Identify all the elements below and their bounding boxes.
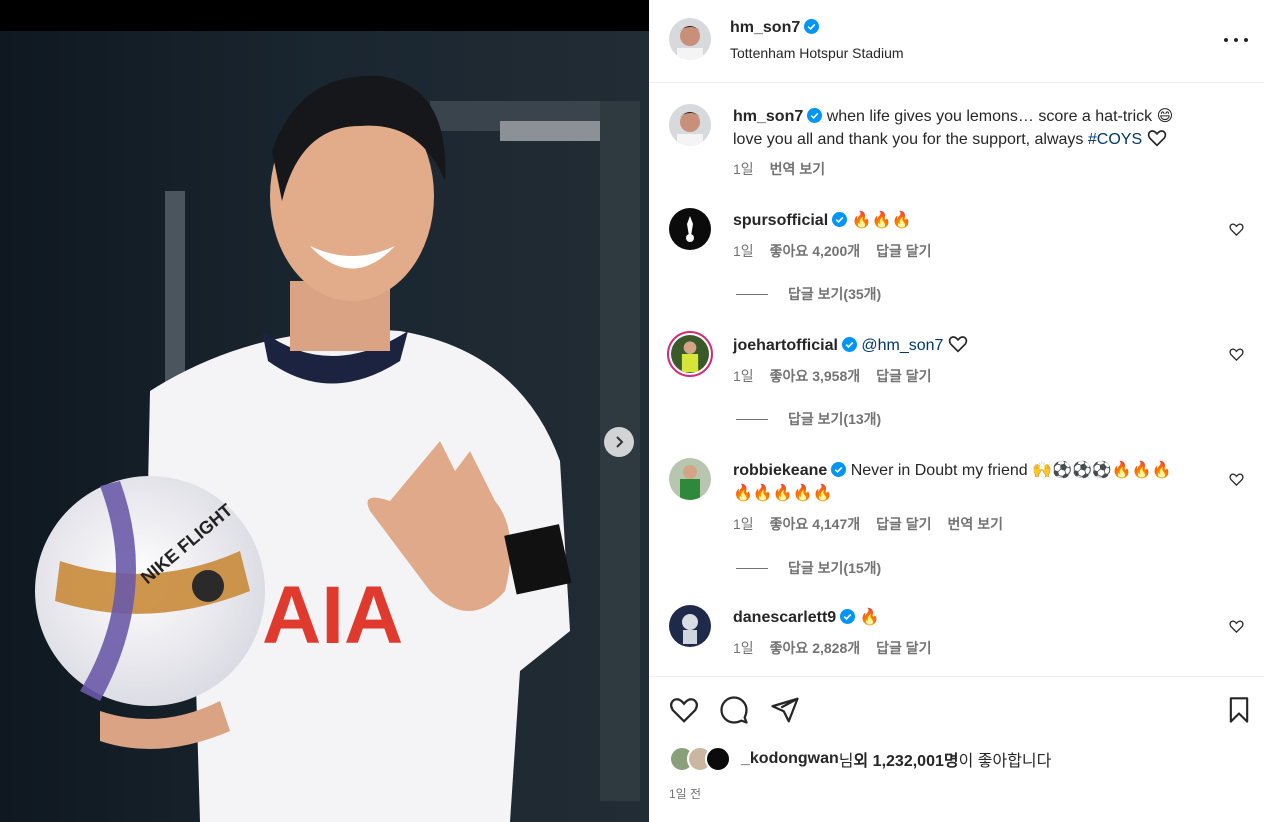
reply-button[interactable]: 답글 달기 (876, 241, 931, 261)
replies-divider (736, 418, 768, 420)
more-icon (1224, 38, 1228, 42)
view-replies-button[interactable]: 답글 보기(35개) (736, 284, 881, 304)
reply-button[interactable]: 답글 달기 (876, 638, 931, 658)
replies-divider (736, 293, 768, 295)
commenter-avatar[interactable] (669, 458, 711, 500)
post-location[interactable]: Tottenham Hotspur Stadium (730, 45, 904, 61)
verified-icon (832, 212, 848, 227)
comment-text: 🔥🔥🔥 (851, 212, 912, 229)
comment-mention[interactable]: @hm_son7 (861, 337, 943, 354)
verified-icon (841, 337, 857, 352)
post-side-panel: hm_son7 Tottenham Hotspur Stadium hm_son… (649, 0, 1264, 822)
heart-emoji-icon (948, 336, 968, 353)
view-replies-label: 답글 보기(35개) (788, 286, 882, 302)
comment-likes[interactable]: 좋아요 3,958개 (770, 366, 860, 386)
comment-time: 1일 (733, 243, 754, 259)
comment-icon[interactable] (719, 695, 749, 725)
caption-time: 1일 (733, 161, 754, 177)
view-replies-button[interactable]: 답글 보기(13개) (736, 409, 881, 429)
verified-icon (804, 19, 820, 34)
caption-username[interactable]: hm_son7 (733, 108, 803, 125)
view-replies-label: 답글 보기(13개) (788, 411, 882, 427)
likes-suffix-a: 님 (838, 753, 854, 770)
like-comment-icon[interactable] (1229, 472, 1244, 487)
comment-item: spursofficial 🔥🔥🔥 1일 좋아요 4,200개 답글 달기 답글… (649, 208, 1264, 308)
like-comment-icon[interactable] (1229, 347, 1244, 362)
verified-icon (840, 609, 856, 624)
commenter-avatar[interactable] (669, 208, 711, 250)
comment-text-cont: 🔥🔥🔥🔥🔥 (733, 485, 833, 502)
commenter-username[interactable]: joehartofficial (733, 337, 838, 354)
bookmark-icon[interactable] (1225, 695, 1253, 725)
like-comment-icon[interactable] (1229, 222, 1244, 237)
likes-summary: _kodongwan 님 외 1,232,001명 이 좋아합니다 (669, 744, 1249, 774)
verified-icon (807, 108, 823, 123)
likes-count[interactable]: 외 1,232,001명 (854, 747, 959, 771)
chevron-right-icon (616, 436, 624, 448)
commenter-username[interactable]: danescarlett9 (733, 609, 836, 626)
action-bar (649, 676, 1264, 746)
commenter-avatar[interactable] (667, 331, 713, 377)
comment-item: danescarlett9 🔥 1일 좋아요 2,828개 답글 달기 (649, 605, 1264, 675)
author-avatar[interactable] (669, 18, 711, 60)
reply-button[interactable]: 답글 달기 (876, 514, 931, 534)
caption: hm_son7 when life gives you lemons… scor… (649, 104, 1264, 184)
heart-emoji-icon (1147, 130, 1166, 147)
comment-text: 🔥 (859, 609, 880, 626)
likes-suffix-b: 이 좋아합니다 (958, 753, 1052, 770)
liker-username[interactable]: _kodongwan (741, 750, 839, 768)
translate-button[interactable]: 번역 보기 (770, 159, 825, 179)
post-media: AIA NIKE FLIGHT (0, 0, 649, 822)
post-photo: AIA NIKE FLIGHT (0, 31, 649, 822)
commenter-username[interactable]: spursofficial (733, 212, 828, 229)
author-username[interactable]: hm_son7 (730, 19, 800, 36)
share-icon[interactable] (770, 695, 800, 725)
caption-text-line2: love you all and thank you for the suppo… (733, 131, 1084, 148)
reply-button[interactable]: 답글 달기 (876, 366, 931, 386)
likers-avatars[interactable] (669, 746, 735, 772)
like-comment-icon[interactable] (1229, 619, 1244, 634)
view-replies-label: 답글 보기(15개) (788, 560, 882, 576)
caption-text-line1: when life gives you lemons… score a hat-… (826, 108, 1174, 125)
svg-text:AIA: AIA (262, 570, 403, 661)
comment-time: 1일 (733, 368, 754, 384)
comment-likes[interactable]: 좋아요 2,828개 (770, 638, 860, 658)
commenter-username[interactable]: robbiekeane (733, 462, 827, 479)
post-time: 1일 전 (669, 787, 702, 801)
post-header: hm_son7 Tottenham Hotspur Stadium (649, 0, 1264, 83)
translate-button[interactable]: 번역 보기 (948, 514, 1003, 534)
next-photo-button[interactable] (604, 427, 634, 457)
comment-item: joehartofficial @hm_son7 1일 좋아요 3,958개 답… (649, 331, 1264, 433)
more-options-button[interactable] (1224, 30, 1248, 50)
comment-likes[interactable]: 좋아요 4,200개 (770, 241, 860, 261)
caption-hashtag[interactable]: #COYS (1088, 131, 1142, 148)
heart-icon[interactable] (669, 695, 699, 725)
comment-item: robbiekeane Never in Doubt my friend 🙌⚽⚽… (649, 458, 1264, 578)
replies-divider (736, 567, 768, 569)
comment-time: 1일 (733, 640, 754, 656)
comment-likes[interactable]: 좋아요 4,147개 (770, 514, 860, 534)
commenter-avatar[interactable] (669, 605, 711, 647)
comments-list: hm_son7 when life gives you lemons… scor… (649, 84, 1264, 676)
comment-text: Never in Doubt my friend 🙌⚽⚽⚽🔥🔥🔥 (850, 462, 1172, 479)
verified-icon (831, 462, 847, 477)
comment-time: 1일 (733, 516, 754, 532)
view-replies-button[interactable]: 답글 보기(15개) (736, 558, 881, 578)
caption-avatar[interactable] (669, 104, 711, 146)
